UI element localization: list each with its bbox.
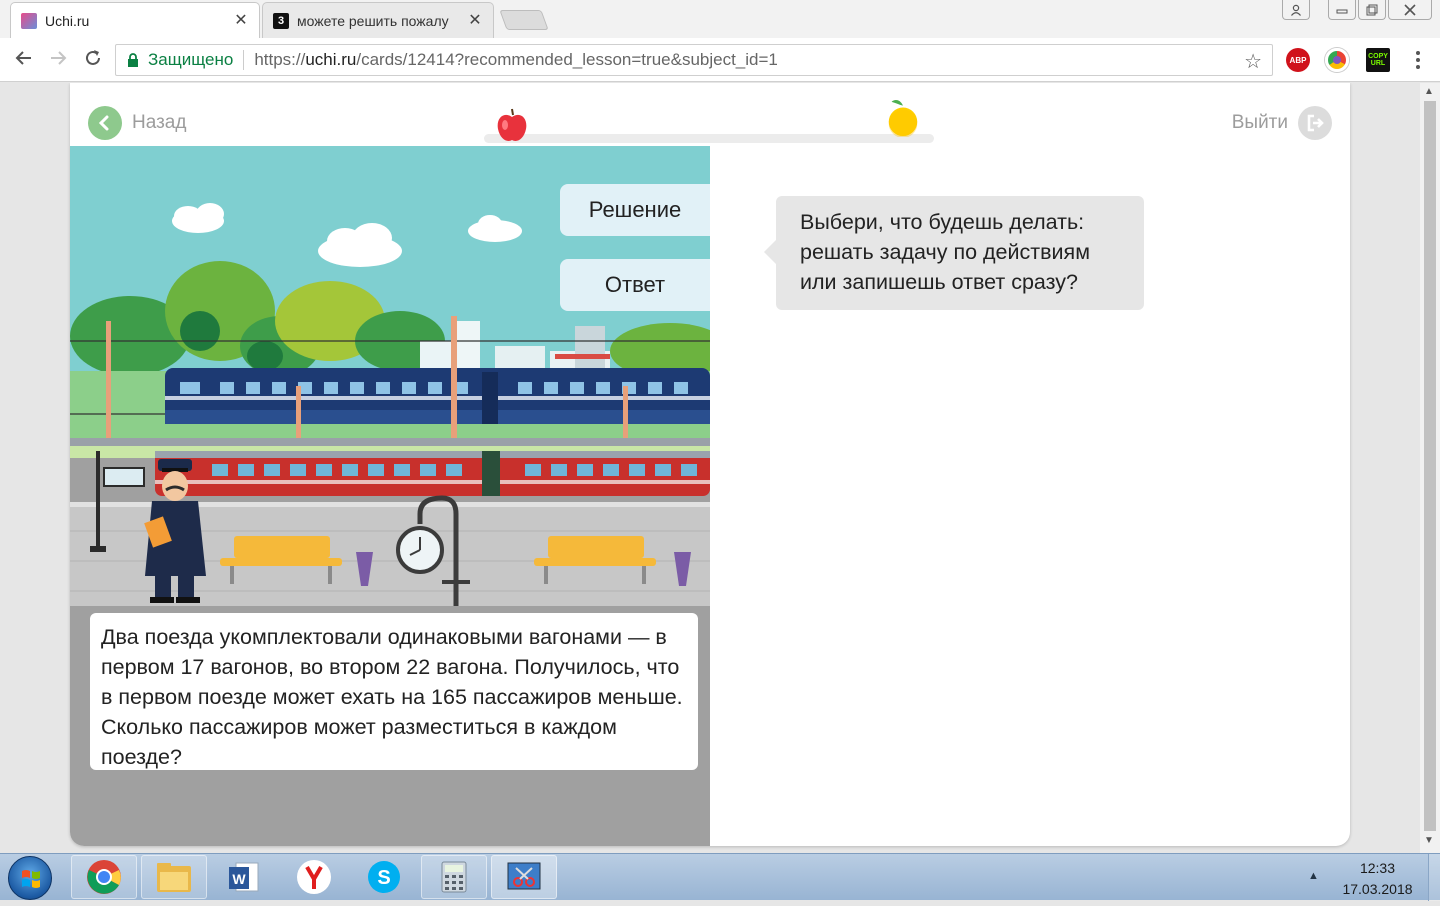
snipping-tool-taskbar-button[interactable] [491,855,557,899]
scroll-thumb[interactable] [1424,101,1436,831]
scroll-up-arrow-icon[interactable]: ▲ [1424,86,1434,97]
tab-strip: Uchi.ru ✕ 3 можете решить пожалу ✕ [0,0,1440,38]
explorer-taskbar-button[interactable] [141,855,207,899]
word-taskbar-button[interactable]: W [211,855,277,899]
chrome-icon [87,860,121,894]
svg-text:W: W [232,871,246,887]
chrome-taskbar-button[interactable] [71,855,137,899]
adblock-extension-icon[interactable]: ABP [1286,48,1310,72]
color-extension-icon[interactable] [1325,48,1349,72]
svg-text:S: S [377,867,390,889]
secure-label: Защищено [148,50,234,69]
lesson-card: Назад Выйти Решение Ответ Два поезда уко… [70,83,1350,846]
exit-button[interactable]: Выйти [1232,106,1332,140]
znanija-favicon-icon: 3 [273,12,289,29]
tab-uchi[interactable]: Uchi.ru ✕ [10,2,260,38]
chevron-left-icon [88,106,122,140]
lock-icon [126,53,140,67]
window-controls [1282,0,1432,20]
exit-label: Выйти [1231,112,1288,133]
clock-time: 12:33 [1359,860,1396,876]
profile-icon[interactable] [1282,0,1310,20]
red-train [155,451,710,496]
folder-icon [157,863,191,892]
orange-icon [888,100,918,137]
calculator-taskbar-button[interactable] [421,855,487,899]
show-desktop-button[interactable] [1428,854,1440,901]
back-button[interactable]: Назад [88,106,186,140]
scissors-icon [507,862,541,890]
solution-option-button[interactable]: Решение [560,184,710,236]
apple-icon [497,108,527,141]
word-icon: W [229,862,259,892]
tab-title: можете решить пожалу [297,12,449,29]
forward-arrow-icon[interactable] [46,48,70,72]
new-tab-button[interactable] [499,10,549,30]
url-path: /cards/12414?recommended_lesson=true&sub… [356,50,778,69]
minimize-button[interactable] [1328,0,1356,20]
page-viewport: Назад Выйти Решение Ответ Два поезда уко… [0,83,1420,853]
copy-url-extension-icon[interactable]: COPY URL [1366,48,1390,72]
restore-button[interactable] [1358,0,1386,20]
prompt-bubble: Выбери, что будешь делать: решать задачу… [764,196,1144,310]
yandex-taskbar-button[interactable] [281,855,347,899]
windows-taskbar: W S ▲ 12:33 17.03.2018 [0,853,1440,901]
skype-taskbar-button[interactable]: S [351,855,417,899]
page-scrollbar[interactable]: ▲ ▼ [1420,83,1440,853]
task-text: Два поезда укомплектовали одинаковыми ва… [90,613,698,770]
progress-track [484,134,934,143]
url-domain: uchi.ru [305,50,357,69]
calculator-icon [441,861,467,893]
bookmark-star-icon[interactable]: ☆ [1244,49,1262,74]
tab-znanija[interactable]: 3 можете решить пожалу ✕ [262,2,494,38]
system-clock[interactable]: 12:33 17.03.2018 [1330,858,1425,900]
start-button[interactable] [8,856,52,900]
close-tab-icon[interactable]: ✕ [233,12,249,29]
task-illustration: Решение Ответ Два поезда укомплектовали … [70,146,710,846]
back-label: Назад [132,112,187,133]
browser-toolbar: Защищено https://uchi.ru/cards/12414?rec… [0,38,1440,82]
copy-url-label: COPY URL [1368,53,1388,67]
skype-icon: S [368,861,400,893]
divider [243,50,245,70]
url-text: https://uchi.ru/cards/12414?recommended_… [254,50,778,70]
close-tab-icon[interactable]: ✕ [467,12,483,29]
close-window-button[interactable] [1388,0,1432,20]
uchi-favicon-icon [21,12,37,29]
reload-icon[interactable] [81,48,105,72]
answer-option-label: Ответ [604,272,666,297]
blue-train [165,368,710,424]
solution-option-label: Решение [588,197,682,222]
abp-label: ABP [1289,55,1307,65]
url-scheme: https:// [254,50,306,69]
tray-expand-icon[interactable]: ▲ [1308,870,1319,882]
address-bar[interactable]: Защищено https://uchi.ru/cards/12414?rec… [115,44,1273,76]
back-arrow-icon[interactable] [12,48,36,72]
answer-option-button[interactable]: Ответ [560,259,710,311]
windows-logo-icon [22,870,40,888]
menu-dots-icon[interactable] [1408,46,1428,74]
tab-title: Uchi.ru [45,12,90,29]
yandex-browser-icon [297,860,331,894]
scroll-down-arrow-icon[interactable]: ▼ [1424,835,1434,846]
clock-date: 17.03.2018 [1342,881,1413,897]
logout-icon [1298,106,1332,140]
